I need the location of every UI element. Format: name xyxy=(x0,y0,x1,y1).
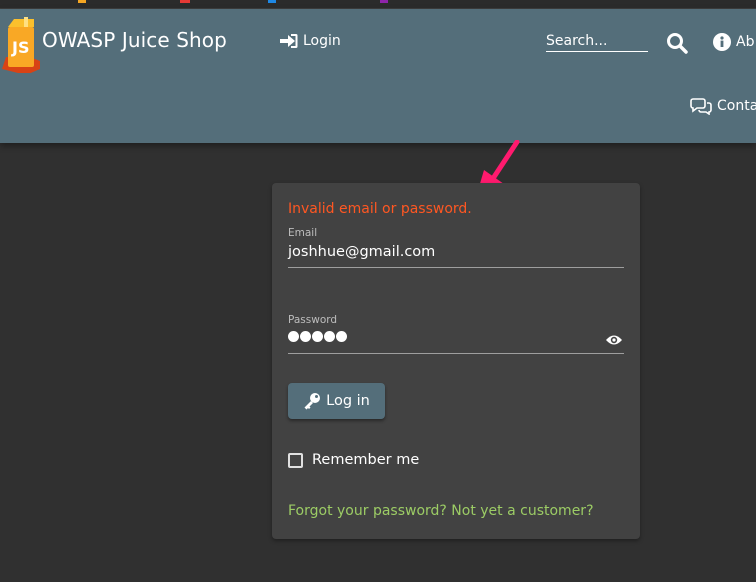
info-icon xyxy=(713,33,731,51)
password-label: Password xyxy=(288,314,338,326)
remember-me-label: Remember me xyxy=(312,452,420,468)
email-label: Email xyxy=(288,227,318,239)
sign-in-icon xyxy=(280,34,298,48)
forgot-password-link[interactable]: Forgot your password? Not yet a customer… xyxy=(288,503,594,519)
search-input[interactable] xyxy=(546,30,648,52)
nav-contact-link[interactable]: Conta xyxy=(690,97,756,115)
nav-contact-label: Conta xyxy=(717,98,756,114)
login-button[interactable]: Log in xyxy=(288,383,385,419)
nav-login-link[interactable]: Login xyxy=(280,33,341,49)
nav-login-label: Login xyxy=(303,33,341,49)
checkbox-box[interactable] xyxy=(288,452,303,468)
nav-about-link[interactable]: Ab xyxy=(713,33,754,51)
juice-box-logo-icon[interactable]: JS xyxy=(0,17,40,73)
svg-text:JS: JS xyxy=(11,38,29,57)
login-card: Invalid email or password. Email joshhue… xyxy=(272,183,640,539)
chat-icon xyxy=(690,98,712,115)
browser-top-strip xyxy=(0,0,756,9)
app-title[interactable]: OWASP Juice Shop xyxy=(42,28,227,52)
search-icon[interactable] xyxy=(666,32,688,54)
login-button-label: Log in xyxy=(326,393,370,409)
password-field[interactable] xyxy=(288,331,347,342)
email-field[interactable]: joshhue@gmail.com xyxy=(288,244,624,260)
key-icon xyxy=(304,393,321,410)
password-underline xyxy=(288,353,624,354)
top-navbar: JS OWASP Juice Shop Login Ab Conta xyxy=(0,9,756,143)
nav-about-label: Ab xyxy=(736,34,755,50)
eye-icon[interactable] xyxy=(605,334,623,346)
email-underline xyxy=(288,267,624,268)
remember-me-checkbox[interactable]: Remember me xyxy=(288,452,419,468)
error-message: Invalid email or password. xyxy=(288,201,472,217)
